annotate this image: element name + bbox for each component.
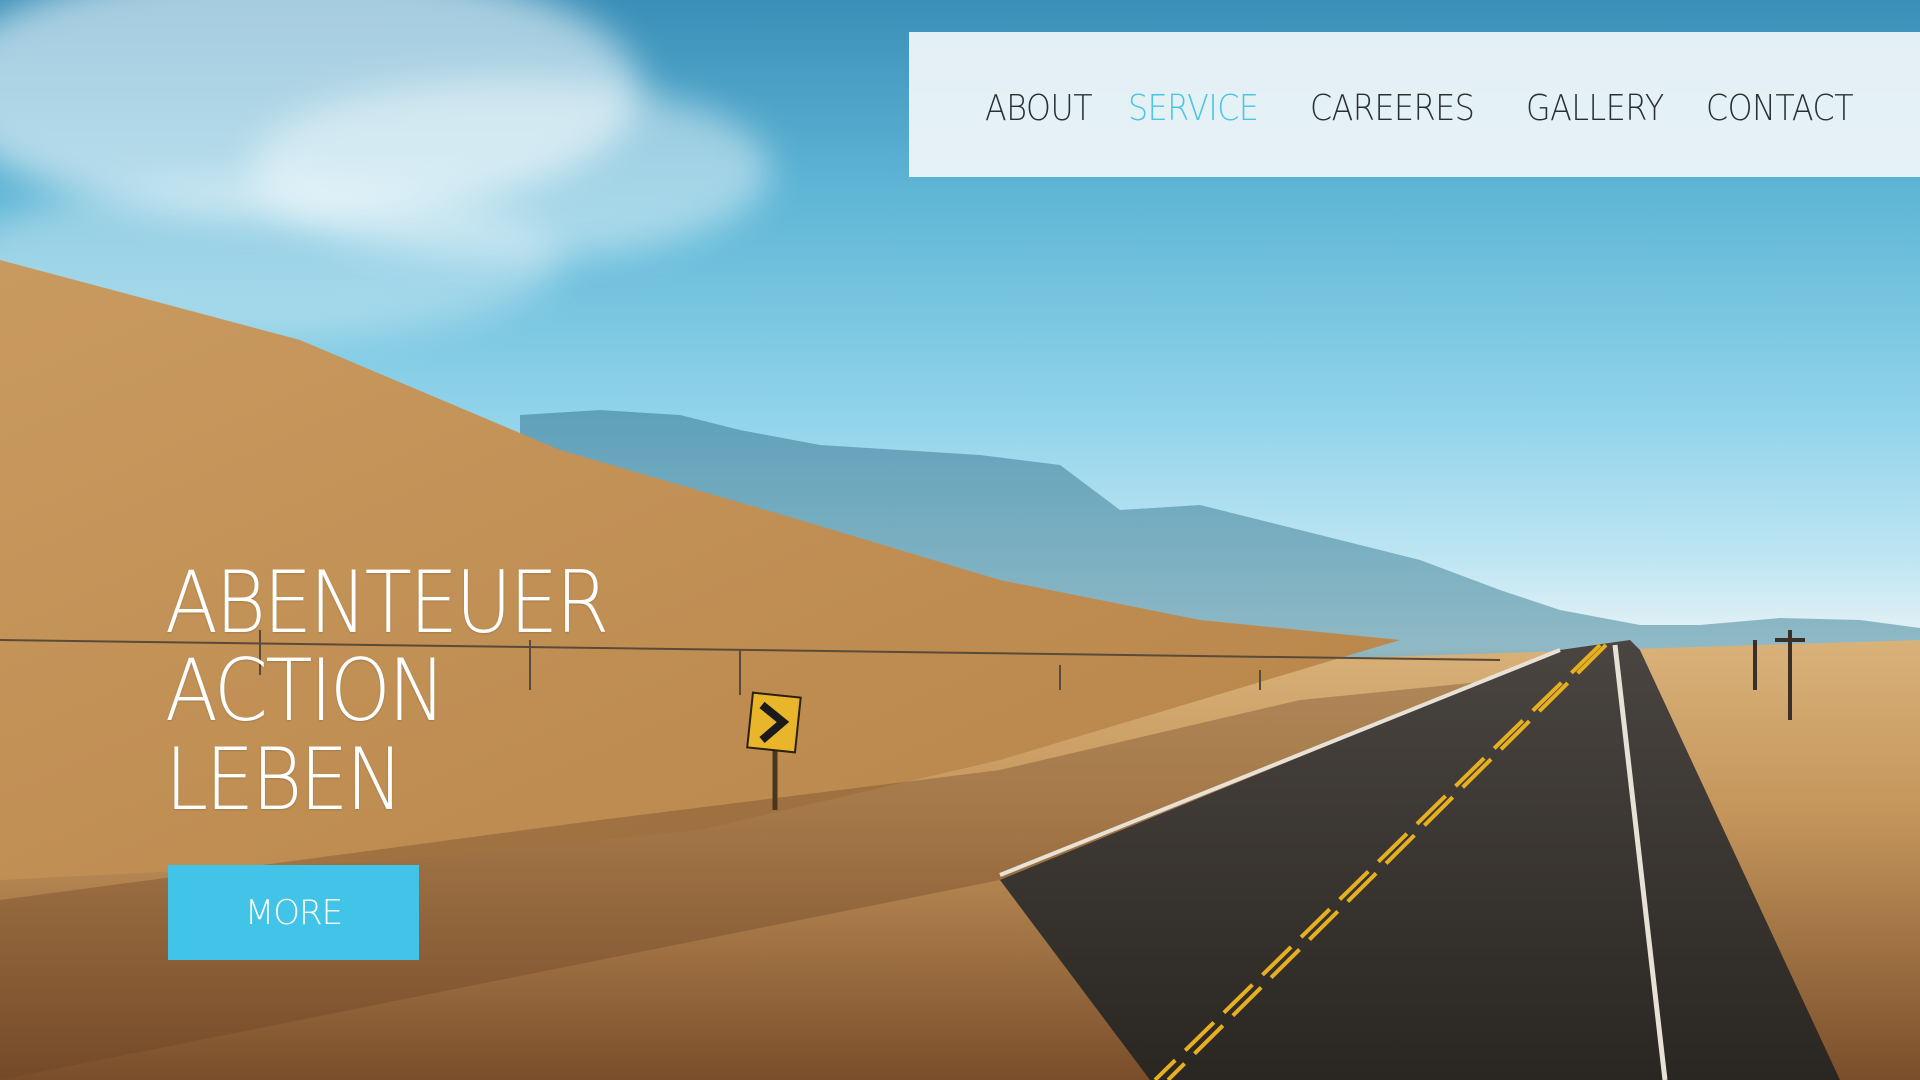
more-button[interactable]: MORE (168, 865, 419, 960)
hero-headline-line-3: LEBEN (165, 730, 404, 830)
hero-background: ABOUT SERVICE CAREERES GALLERY CONTACT A… (0, 0, 1920, 1080)
hero-headline-line-2: ACTION (165, 641, 446, 741)
nav-item-contact[interactable]: CONTACT (1706, 88, 1854, 129)
hero-headline-line-1: ABENTEUER (165, 553, 609, 653)
nav-item-service[interactable]: SERVICE (1128, 88, 1259, 129)
nav-item-careeres[interactable]: CAREERES (1310, 88, 1475, 129)
nav-item-about[interactable]: ABOUT (985, 88, 1093, 129)
nav-item-gallery[interactable]: GALLERY (1526, 88, 1664, 129)
